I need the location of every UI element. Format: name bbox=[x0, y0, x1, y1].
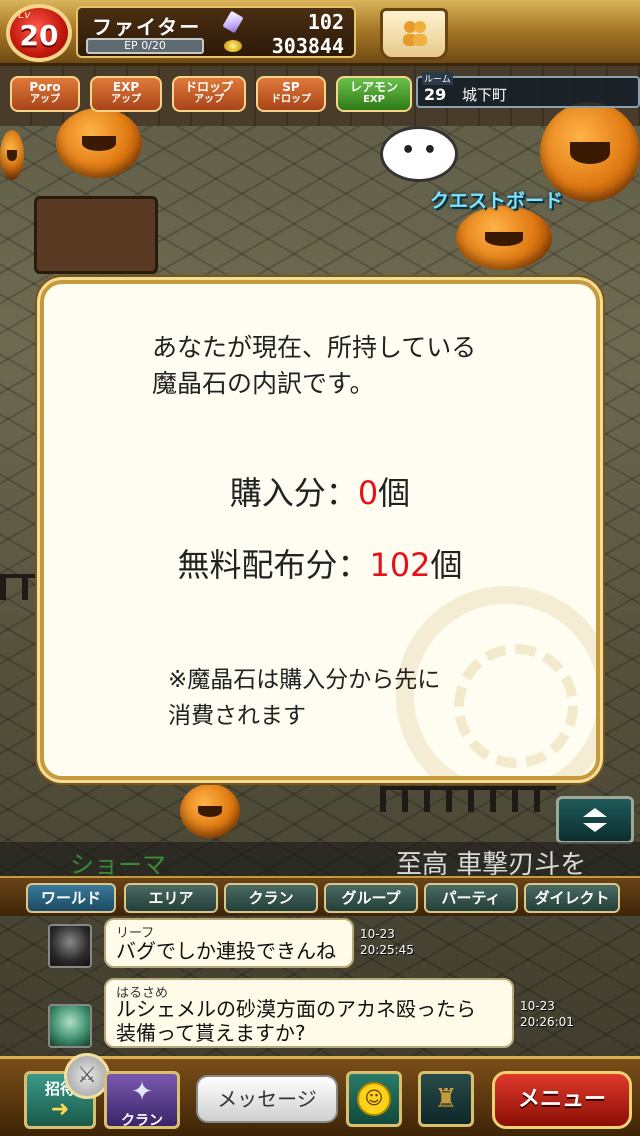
note-line1: ※魔晶石は購入分から先に bbox=[168, 667, 441, 693]
chat-tab-bar: ワールド エリア クラン グループ パーティ ダイレクト bbox=[0, 876, 640, 916]
chat-time: 20:25:45 bbox=[360, 943, 414, 957]
quest-board-label[interactable]: クエストボード bbox=[430, 186, 563, 213]
free-unit: 個 bbox=[430, 546, 463, 584]
chat-log[interactable]: リーフ バグでしか連投できんね 10-23 20:25:45 はるさめ ルシェメ… bbox=[0, 916, 640, 1052]
gold-count: 303844 bbox=[271, 34, 344, 58]
boost-sublabel: アップ bbox=[111, 94, 141, 105]
people-icon bbox=[403, 21, 427, 46]
room-indicator: ルーム 29 城下町 bbox=[416, 72, 640, 108]
ticker-message: 至高 車撃刃斗を bbox=[396, 850, 587, 880]
arrow-right-icon: ➜ bbox=[50, 1097, 70, 1122]
boost-poro-button[interactable]: Poro アップ bbox=[10, 76, 80, 112]
fence bbox=[0, 574, 40, 600]
dialog-intro-line1: あなたが現在、所持している bbox=[152, 333, 477, 362]
gem-count: 102 bbox=[307, 10, 344, 34]
room-label: ルーム bbox=[422, 72, 453, 85]
ep-value: 0/20 bbox=[141, 39, 166, 52]
message-button[interactable]: メッセージ bbox=[196, 1075, 338, 1123]
ticker-speaker: ショーマ bbox=[70, 851, 166, 879]
boost-label: ドロップ bbox=[184, 80, 233, 94]
tab-group[interactable]: グループ bbox=[324, 883, 418, 913]
purchased-unit: 個 bbox=[378, 474, 411, 512]
chat-text: バグでしか連投できんね bbox=[116, 939, 336, 963]
stamp-button[interactable]: ♜ bbox=[418, 1071, 474, 1127]
level-badge: Lv 20 bbox=[6, 4, 72, 62]
market-stall bbox=[34, 196, 158, 274]
chat-message: はるさめ ルシェメルの砂漠方面のアカネ殴ったら 装備って貰えますか? bbox=[104, 978, 514, 1048]
free-value: 102 bbox=[369, 546, 431, 584]
chat-date: 10-23 bbox=[520, 999, 555, 1013]
emote-button[interactable]: ☺ bbox=[346, 1071, 402, 1127]
boost-label: EXP bbox=[112, 80, 140, 94]
fence bbox=[380, 786, 556, 812]
friends-book-button[interactable] bbox=[380, 8, 448, 60]
jack-o-lantern bbox=[180, 784, 240, 838]
boost-drop-button[interactable]: ドロップ アップ bbox=[172, 76, 246, 112]
player-status-panel: ファイター EP 0/20 102 303844 bbox=[76, 6, 356, 58]
tab-world[interactable]: ワールド bbox=[26, 883, 116, 913]
boost-sublabel: アップ bbox=[194, 94, 224, 105]
boost-label: SP bbox=[282, 80, 300, 94]
menu-button[interactable]: メニュー bbox=[492, 1071, 632, 1129]
consumption-note: ※魔晶石は購入分から先に 消費されます bbox=[168, 662, 440, 734]
avatar[interactable] bbox=[48, 1004, 92, 1048]
gold-coin-icon bbox=[224, 40, 242, 52]
crystal-breakdown-dialog[interactable]: あなたが現在、所持している 魔晶石の内訳です。 購入分：0個 無料配布分：102… bbox=[40, 280, 600, 780]
boost-sp-drop-button[interactable]: SP ドロップ bbox=[256, 76, 326, 112]
boost-sublabel: アップ bbox=[30, 94, 60, 105]
clan-emblem-icon: ✦ bbox=[131, 1077, 153, 1107]
announcement-ticker: ショーマ 至高 車撃刃斗を bbox=[0, 842, 640, 880]
jack-o-lantern bbox=[456, 206, 552, 270]
chat-text-line1: ルシェメルの砂漠方面のアカネ殴ったら bbox=[116, 997, 476, 1021]
jack-o-lantern bbox=[56, 108, 142, 178]
magic-crystal-icon bbox=[222, 10, 244, 34]
chat-expand-toggle-button[interactable] bbox=[556, 796, 634, 844]
level-number: 20 bbox=[19, 19, 59, 52]
clan-label: クラン bbox=[121, 1113, 163, 1129]
dialog-intro-line2: 魔晶石の内訳です。 bbox=[152, 369, 375, 398]
purchased-row: 購入分：0個 bbox=[44, 468, 596, 514]
free-label: 無料配布分： bbox=[177, 546, 370, 584]
chat-message: リーフ バグでしか連投できんね bbox=[104, 918, 354, 968]
stamp-icon: ♜ bbox=[434, 1084, 458, 1114]
tab-area[interactable]: エリア bbox=[124, 883, 218, 913]
clan-button[interactable]: ✦ クラン bbox=[104, 1071, 180, 1129]
jack-o-lantern bbox=[0, 130, 24, 180]
chat-date: 10-23 bbox=[360, 927, 395, 941]
bottom-toolbar: 招待 ➜ ⚔ ✦ クラン メッセージ ☺ ♜ メニュー bbox=[0, 1053, 640, 1136]
boost-label: Poro bbox=[29, 80, 61, 94]
smiley-icon: ☺ bbox=[357, 1082, 391, 1116]
room-name: 城下町 bbox=[462, 86, 508, 104]
boost-exp-button[interactable]: EXP アップ bbox=[90, 76, 162, 112]
boost-sublabel: EXP bbox=[363, 94, 385, 105]
tab-clan[interactable]: クラン bbox=[224, 883, 318, 913]
ep-label: EP bbox=[124, 39, 138, 52]
note-line2: 消費されます bbox=[168, 703, 306, 729]
up-down-arrow-icon bbox=[583, 808, 607, 832]
room-number: 29 bbox=[424, 85, 447, 104]
ep-bar: EP 0/20 bbox=[86, 38, 204, 54]
chat-text-line2: 装備って貰えますか? bbox=[116, 1021, 306, 1045]
top-hud: Lv 20 ファイター EP 0/20 102 303844 bbox=[0, 0, 640, 66]
tab-direct[interactable]: ダイレクト bbox=[524, 883, 620, 913]
boost-rare-monster-exp-button[interactable]: レアモン EXP bbox=[336, 76, 412, 112]
purchased-label: 購入分： bbox=[229, 474, 358, 512]
npc-speech-bubble[interactable]: • • bbox=[380, 126, 458, 182]
purchased-value: 0 bbox=[357, 474, 379, 512]
avatar[interactable] bbox=[48, 924, 92, 968]
chat-timestamp: 10-23 20:26:01 bbox=[520, 998, 574, 1030]
chat-timestamp: 10-23 20:25:45 bbox=[360, 926, 414, 958]
player-name: ファイター bbox=[92, 15, 202, 39]
boost-label: レアモン bbox=[349, 80, 398, 94]
free-row: 無料配布分：102個 bbox=[44, 540, 596, 586]
dialog-intro: あなたが現在、所持している 魔晶石の内訳です。 bbox=[152, 330, 476, 402]
boost-sublabel: ドロップ bbox=[271, 94, 311, 105]
chat-time: 20:26:01 bbox=[520, 1015, 574, 1029]
tab-party[interactable]: パーティ bbox=[424, 883, 518, 913]
